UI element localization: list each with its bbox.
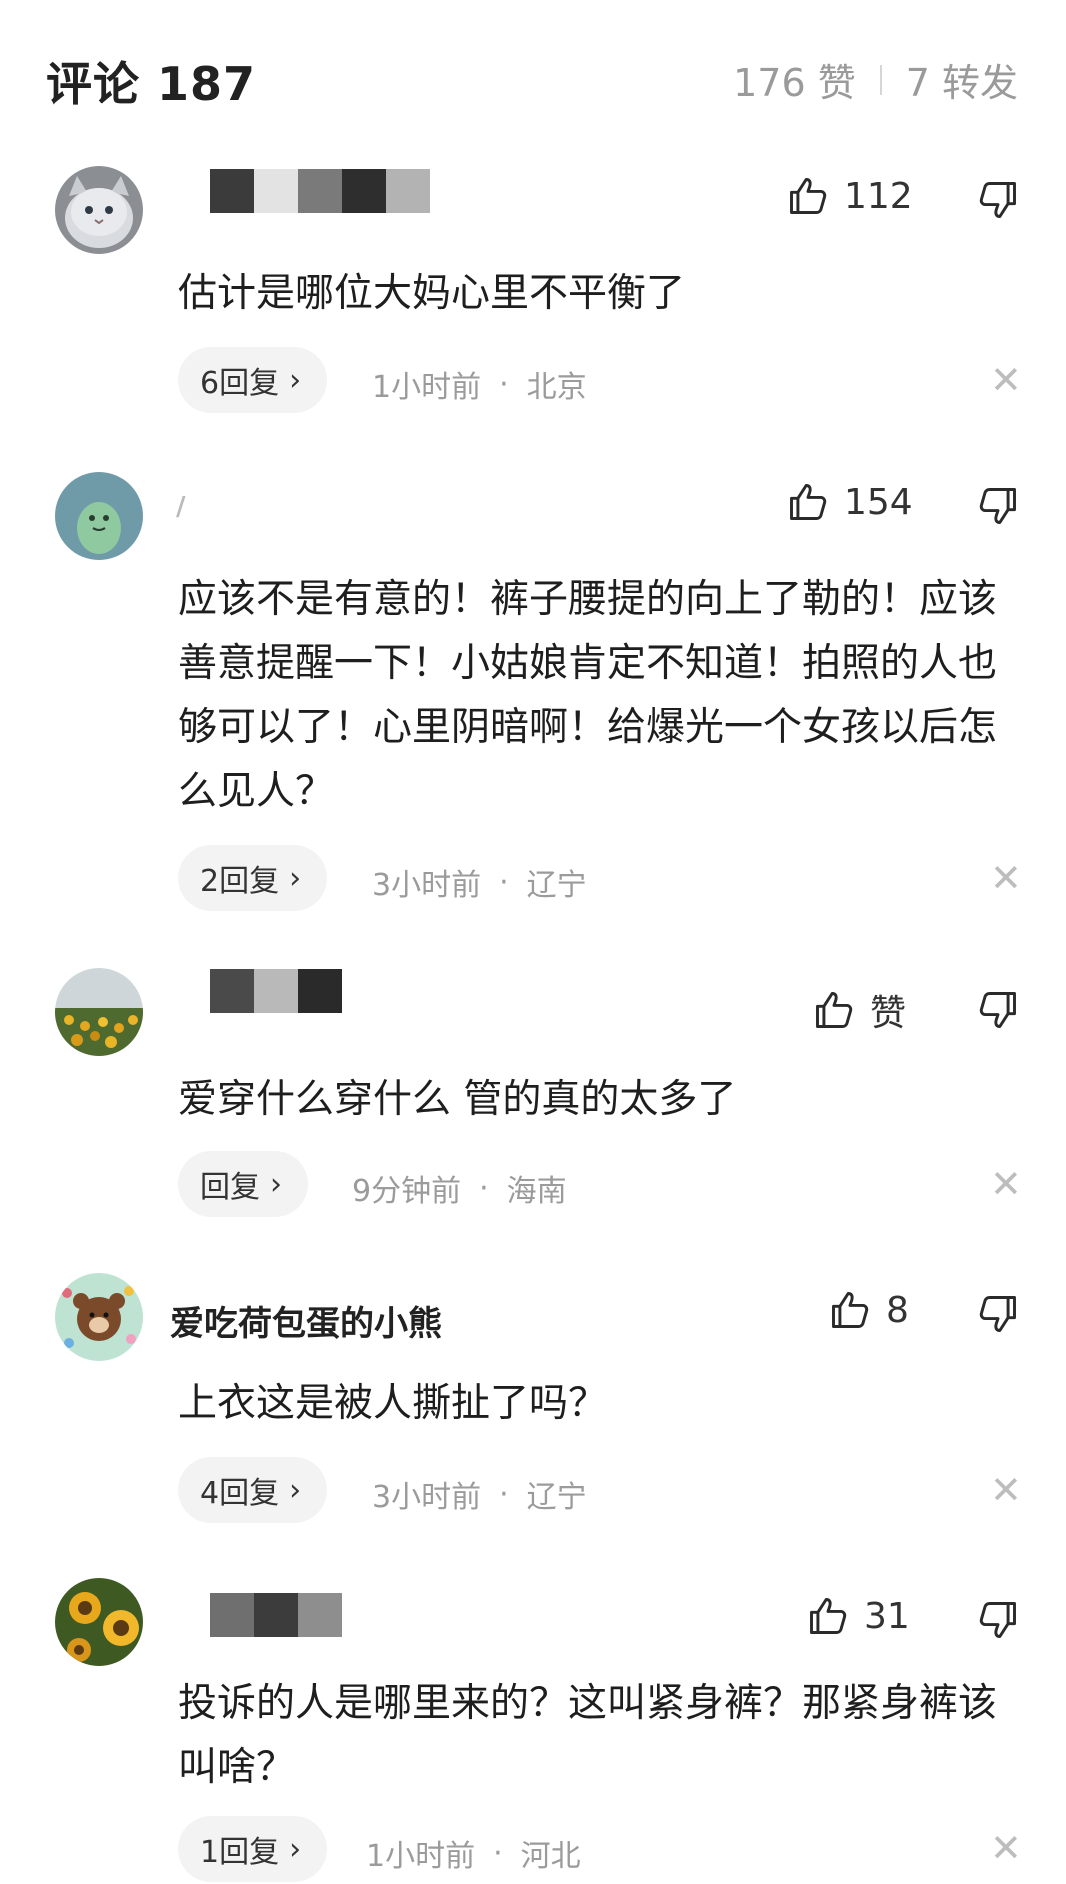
timestamp: 3小时前 <box>372 868 482 903</box>
dislike-button[interactable] <box>976 178 1020 222</box>
username[interactable]: 爱吃荷包蛋的小熊 <box>170 1296 442 1345</box>
location: 辽宁 <box>526 868 587 903</box>
comment-text: 爱穿什么穿什么 管的真的太多了 <box>178 1077 737 1122</box>
close-icon[interactable]: ✕ <box>990 358 1022 402</box>
comment-text: 投诉的人是哪里来的？这叫紧身裤？那紧身裤该叫啥？ <box>178 1681 998 1790</box>
avatar[interactable] <box>55 166 143 254</box>
comment-meta: 3小时前 · 辽宁 <box>372 1472 587 1516</box>
location: 河北 <box>520 1839 581 1874</box>
thumbs-up-icon <box>806 1594 850 1638</box>
location: 海南 <box>506 1174 567 1209</box>
thumbs-down-icon <box>976 988 1020 1032</box>
post-stats: 176 赞 7 转发 <box>733 52 1018 107</box>
thumbs-down-icon <box>976 1598 1020 1642</box>
like-count: 154 <box>844 481 913 523</box>
like-button[interactable]: 154 <box>786 480 913 524</box>
chevron-right-icon: › <box>289 860 302 896</box>
reply-button[interactable]: 6回复 › <box>178 347 328 413</box>
comment-text: 上衣这是被人撕扯了吗？ <box>178 1381 608 1426</box>
comments-title: 评论 187 <box>46 57 257 111</box>
comment-text: 应该不是有意的！裤子腰提的向上了勒的！应该善意提醒一下！小姑娘肯定不知道！拍照的… <box>178 577 998 814</box>
thumbs-up-icon <box>812 988 856 1032</box>
like-button[interactable]: 31 <box>806 1594 910 1638</box>
shares-count[interactable]: 7 转发 <box>906 52 1018 107</box>
timestamp: 9分钟前 <box>352 1174 462 1209</box>
separator-dot: · <box>479 1170 489 1206</box>
reply-button[interactable]: 1回复 › <box>178 1816 328 1882</box>
reply-count: 回复 <box>200 1170 260 1205</box>
like-button[interactable]: 8 <box>828 1288 909 1332</box>
chevron-right-icon: › <box>289 1472 302 1508</box>
likes-count[interactable]: 176 赞 <box>733 52 856 107</box>
comment-meta: 3小时前 · 辽宁 <box>372 860 587 904</box>
username-redacted[interactable] <box>210 1592 342 1638</box>
thumbs-up-icon <box>786 174 830 218</box>
avatar[interactable] <box>55 472 143 560</box>
thumbs-up-icon <box>828 1288 872 1332</box>
chevron-right-icon: › <box>270 1166 282 1202</box>
reply-button[interactable]: 4回复 › <box>178 1457 328 1523</box>
thumbs-down-icon <box>976 484 1020 528</box>
like-count: 8 <box>886 1289 909 1331</box>
reply-count: 4回复 <box>200 1476 280 1511</box>
dislike-button[interactable] <box>976 1292 1020 1336</box>
close-icon[interactable]: ✕ <box>990 1162 1022 1206</box>
divider <box>879 64 882 95</box>
comments-header: 评论 187 176 赞 7 转发 <box>0 0 1066 140</box>
like-button[interactable]: 赞 <box>812 984 906 1036</box>
chevron-right-icon: › <box>289 362 302 398</box>
timestamp: 1小时前 <box>366 1839 476 1874</box>
username-redacted[interactable]: / <box>176 492 186 522</box>
avatar[interactable] <box>55 1273 143 1361</box>
close-icon[interactable]: ✕ <box>990 1468 1022 1512</box>
avatar[interactable] <box>55 1578 143 1666</box>
close-icon[interactable]: ✕ <box>990 856 1022 900</box>
reply-count: 6回复 <box>200 366 280 401</box>
like-count: 112 <box>844 175 913 217</box>
thumbs-down-icon <box>976 1292 1020 1336</box>
dislike-button[interactable] <box>976 1598 1020 1642</box>
like-count: 31 <box>864 1595 910 1637</box>
thumbs-up-icon <box>786 480 830 524</box>
reply-button[interactable]: 2回复 › <box>178 845 328 911</box>
dislike-button[interactable] <box>976 484 1020 528</box>
reply-count: 1回复 <box>200 1835 280 1870</box>
location: 辽宁 <box>526 1480 587 1515</box>
dislike-button[interactable] <box>976 988 1020 1032</box>
like-button[interactable]: 112 <box>786 174 913 218</box>
separator-dot: · <box>499 366 509 402</box>
separator-dot: · <box>499 864 509 900</box>
close-icon[interactable]: ✕ <box>990 1826 1022 1870</box>
avatar[interactable] <box>55 968 143 1056</box>
location: 北京 <box>526 370 587 405</box>
chevron-right-icon: › <box>289 1831 302 1867</box>
separator-dot: · <box>493 1835 503 1871</box>
thumbs-down-icon <box>976 178 1020 222</box>
username-redacted[interactable] <box>210 968 342 1014</box>
comment-text: 估计是哪位大妈心里不平衡了 <box>178 271 686 316</box>
comment-meta: 9分钟前 · 海南 <box>352 1166 567 1210</box>
comment-meta: 1小时前 · 河北 <box>366 1831 581 1875</box>
separator-dot: · <box>499 1476 509 1512</box>
reply-button[interactable]: 回复 › <box>178 1151 308 1217</box>
reply-count: 2回复 <box>200 864 280 899</box>
timestamp: 3小时前 <box>372 1480 482 1515</box>
comment-meta: 1小时前 · 北京 <box>372 362 587 406</box>
timestamp: 1小时前 <box>372 370 482 405</box>
username-redacted[interactable] <box>210 168 430 214</box>
like-count: 赞 <box>870 993 907 1034</box>
